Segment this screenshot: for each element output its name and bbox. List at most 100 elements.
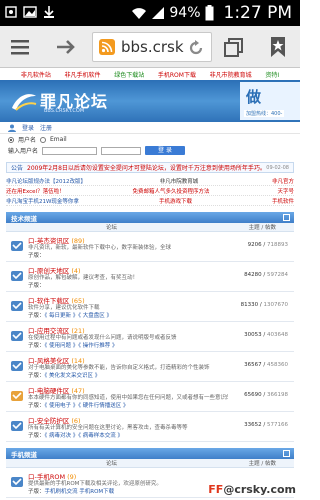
login-link[interactable]: 登录 [22,123,34,132]
ad-banner[interactable]: 做 加盟热线：400- [240,82,300,120]
bookmark-icon [271,37,285,57]
subforum-links[interactable]: 《 使用问题 》《 操作行推荐 》 [45,343,118,349]
url-text: bbs.crsk [121,38,184,56]
subforum-links[interactable]: 《 每日更新 》《 大盘盘区 》 [45,313,113,319]
column-header: 论坛 主题 / 帖数 [6,459,294,468]
clock: 1:27 PM [223,3,293,23]
promo-link[interactable]: 非凡淘宝手机21W现金等你拿 [6,197,79,205]
image-icon [23,6,37,18]
collapse-icon[interactable] [283,450,290,457]
web-page: 非凡软件站 非凡手机软件 绿色下载站 手机ROM下载 非凡市院教育城 资特I 罪… [0,68,300,500]
forum-row[interactable]: 口-电脑硬件区 (47) 本本硬件方面都有你的同感知道，使用中如果您在任何问题，又或… [6,382,294,412]
forum-row[interactable]: 口-应用交流区 (21) 在使用过程中有问题或者发现什么问题，请说明版号或者反馈 子版… [6,322,294,352]
forum-subforums: 子版： [28,281,45,289]
watermark-text: @crsky.com [223,483,296,496]
notification-icons [4,5,56,19]
forum-row[interactable]: 口-安全防护区 (6) 所有有关计算机的安全问题在这里讨论，黑客攻击，查毒杀毒等等子… [6,412,294,442]
forum-subforums: 子版：《 每日更新 》《 大盘盘区 》 [28,311,112,319]
promo-link[interactable]: 非凡论坛版规办法【2012改版】 [6,177,86,185]
watermark-prefix: FF [208,483,224,496]
login-button[interactable]: 登 录 [145,146,186,155]
forum-topic-count: 81330 [240,302,259,308]
top-nav-link[interactable]: 非凡软件站 [21,70,51,79]
forum-subforums: 子版：《 使用问题 》《 操作行推荐 》 [28,341,118,349]
forum-row[interactable]: 口-风格美化区 (14) 对于电脑桌面的美化等参数不能，告诉你自定义格式，打造精彩的… [6,352,294,382]
signal-icon [152,7,165,19]
promo-link[interactable]: 手机游戏下载 [159,197,192,205]
site-logo-sub: BBS.CRSKY.COM [44,108,85,114]
forum-status-icon [11,361,23,371]
top-nav-link[interactable]: 手机ROM下载 [158,70,196,79]
battery-icon [205,5,213,21]
forum-description: 非凡资讯，新软，最新软件下载中心，数字新装体验，全球 [28,245,172,251]
subforum-links[interactable]: 《 使用电子 》《 硬件行情播送区 》 [45,403,129,409]
forum-row[interactable]: 口-原创天地区 (4) 原创作品，解包破解，建议考查，有奖互动！ 子版： 84280 /… [6,262,294,292]
username-input[interactable] [42,146,98,155]
register-link[interactable]: 注册 [40,123,52,132]
url-bar[interactable]: bbs.crsk [92,32,212,62]
top-nav-link[interactable]: 非凡手机软件 [65,70,101,79]
browser-toolbar: bbs.crsk [0,26,300,68]
forum-post-count: 577166 [267,422,288,428]
section-title: 技术频道 [11,214,37,223]
subforum-links[interactable]: 《 病毒对决 》《 病毒样本交流 》 [45,433,124,439]
forum-row[interactable]: 口-英杰资讯区 (89) 非凡资讯，新软，最新软件下载中心，数字新装体验，全球 子版：… [6,232,294,262]
promo-link[interactable]: 非凡官方 [272,177,294,185]
promo-link[interactable]: 免费邮箱人气多久投资程序方法 [133,187,210,195]
forum-status-icon [11,301,23,311]
tabs-button[interactable] [220,34,248,60]
subforum-links[interactable]: 手机刷机交流 手机ROM下载 [45,489,115,495]
reload-icon[interactable] [187,39,205,57]
promo-link-row: 还在用Excel？落伍啦！ 免费邮箱人气多久投资程序方法 天字号 [6,186,294,196]
auth-links: 登录 注册 [0,122,300,134]
forum-list-tech: 口-英杰资讯区 (89) 非凡资讯，新软，最新软件下载中心，数字新装体验，全球 子版：… [0,232,300,442]
forum-topic-count: 9206 [247,242,262,248]
download-icon [44,6,54,18]
username-radio[interactable] [8,136,14,143]
subforum-links[interactable]: 《 美化发文采交识区 》 [45,373,101,379]
email-radio[interactable] [40,136,47,143]
promo-link[interactable]: 非凡市院教育城 [160,177,199,185]
forum-subforums: 子版：手机刷机交流 手机ROM下载 [28,487,114,495]
forum-topic-count: 84280 [244,272,262,278]
rss-icon[interactable] [99,39,115,55]
forum-topic-count: 36567 [244,362,262,368]
bookmark-button[interactable] [264,34,292,60]
forum-stats: 81330 / 1307670 [240,302,289,308]
collapse-icon[interactable] [283,214,290,221]
promo-links: 非凡论坛版规办法【2012改版】 非凡市院教育城 非凡官方 还在用Excel？落… [6,176,294,206]
announcement-text[interactable]: 2009年2月8日以后请勿设置安全提问才可登陆论坛，设置时千万注意到使用场所年手… [27,163,262,172]
promo-link[interactable]: 天字号 [277,187,294,195]
promo-link[interactable]: 还在用Excel？落伍啦！ [6,187,65,195]
site-logo-icon[interactable] [10,90,38,112]
forum-description: 软件分享，建议优化软件下载 [28,305,100,311]
forum-description: 所有有关计算机的安全问题在这里讨论，黑客攻击，查毒杀毒等等 [28,425,188,431]
subforum-label: 子版： [28,343,45,349]
menu-button[interactable] [6,34,34,60]
login-type-row: 用户名 Email [0,134,300,145]
forum-stats: 36567 / 458360 [244,362,288,368]
section-header-tech[interactable]: 技术频道 [6,212,294,223]
status-right: 94% 1:27 PM [131,3,292,23]
promo-link[interactable]: 手机软件 [272,197,294,205]
forum-post-count: 458360 [267,362,288,368]
top-nav-link[interactable]: 非凡市院教育城 [210,70,252,79]
ad-small-text: 加盟热线：400- [244,110,285,117]
announcement-label: 公告 [11,165,24,172]
section-header-mobile[interactable]: 手机频道 [6,448,294,459]
tabs-icon [224,38,243,57]
forum-status-icon [11,331,23,341]
subforum-label: 子版： [28,373,45,379]
forum-description: 对于电脑桌面的美化等参数不能，告诉你自定义格式，打造精彩的个性装饰 [28,365,210,371]
forum-topic-count: 30053 [244,332,262,338]
top-nav-link[interactable]: 绿色下载站 [114,70,144,79]
column-header: 论坛 主题 / 帖数 [6,223,294,232]
site-banner: 罪凡论坛 BBS.CRSKY.COM 做 加盟热线：400- [0,80,300,122]
top-nav-link[interactable]: 资特I [265,70,279,79]
forum-stats: 65690 / 366198 [244,392,288,398]
forum-row[interactable]: 口-软件下载区 (65) 软件分享，建议优化软件下载 子版：《 每日更新 》《 大盘盘… [6,292,294,322]
password-input[interactable] [101,146,142,155]
forward-button[interactable] [52,34,80,60]
forum-post-count: 1307670 [263,302,289,308]
forum-status-icon [11,241,23,251]
